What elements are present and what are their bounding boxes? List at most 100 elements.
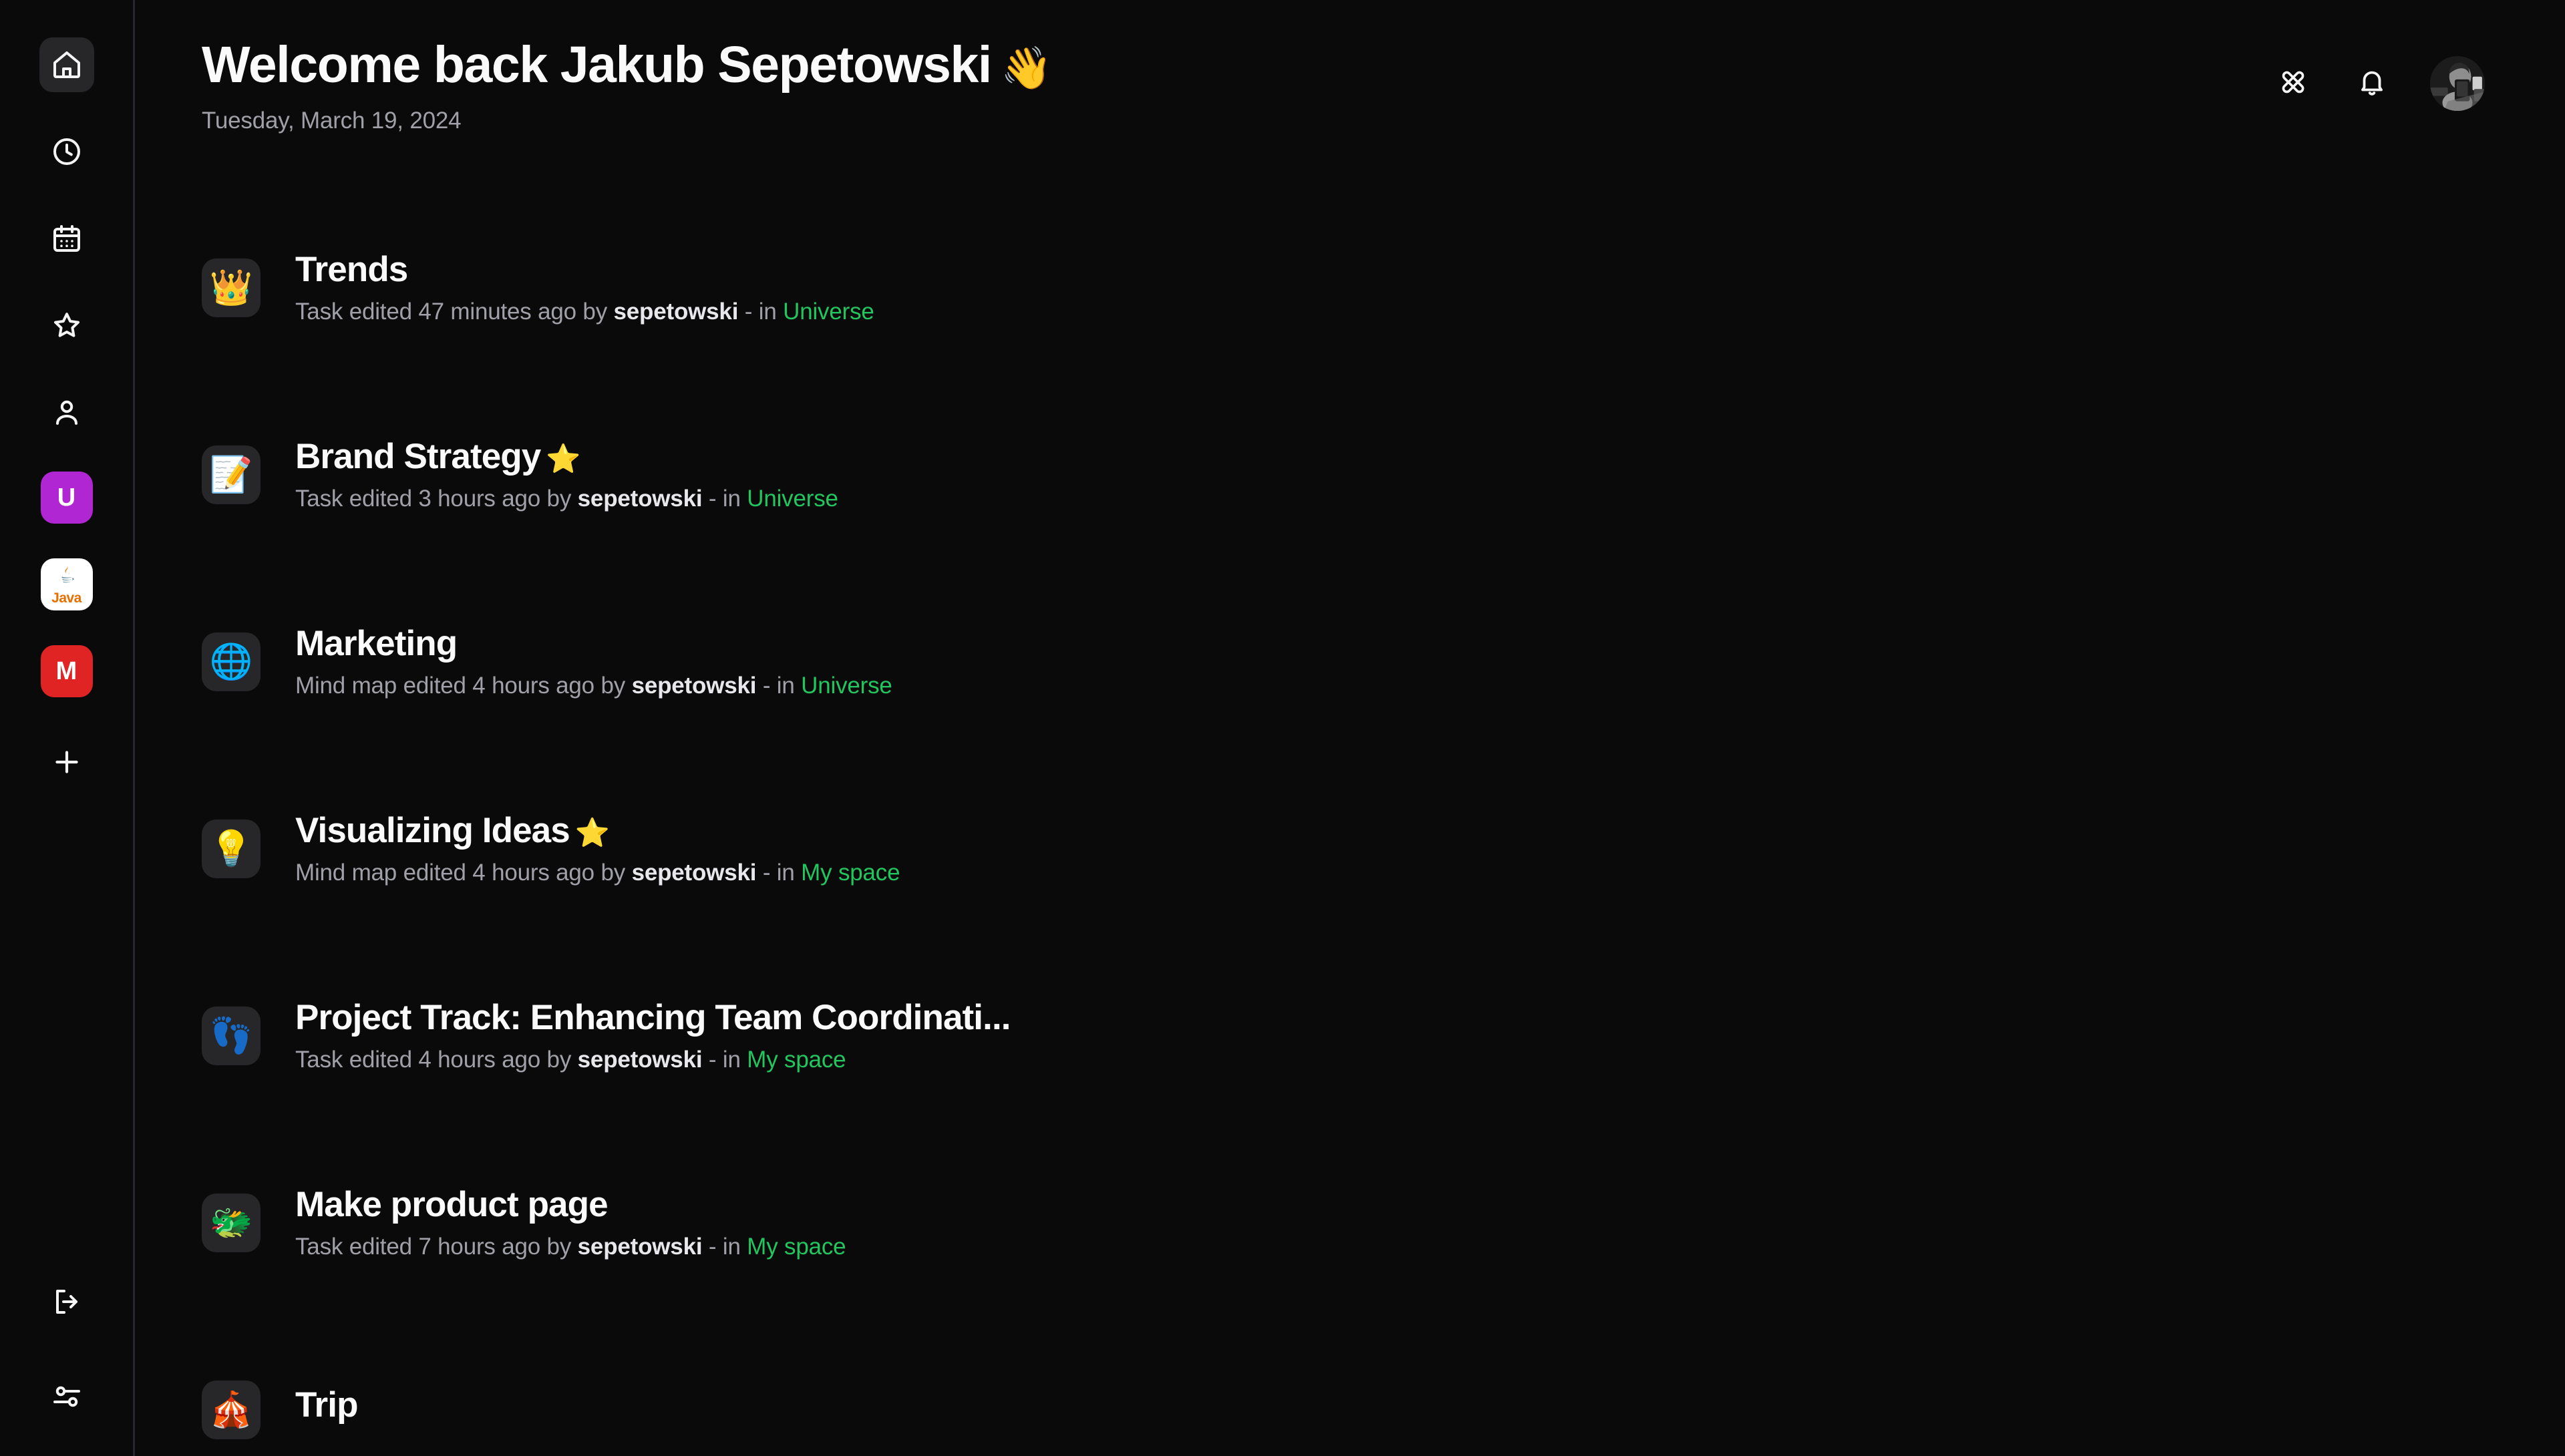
sidebar-nav-top: U Java M: [39, 37, 94, 823]
list-item-title: Make product page: [295, 1185, 846, 1224]
workspace-java[interactable]: Java: [40, 558, 93, 610]
list-item-meta: Mind map edited 4 hours ago by sepetowsk…: [295, 673, 892, 699]
notifications-button[interactable]: [2351, 63, 2393, 104]
circus-tent-emoji: 🎪: [202, 1381, 261, 1440]
meta-prefix: Task edited 3 hours ago by: [295, 486, 572, 512]
list-item[interactable]: 📝 Brand Strategy ⭐ Task edited 3 hours ag…: [202, 408, 2565, 542]
workspace-letter: Java: [51, 590, 81, 606]
meta-prefix: Task edited 47 minutes ago by: [295, 299, 607, 325]
main-content: Welcome back Jakub Sepetowski 👋 Tuesday, …: [135, 0, 2565, 1456]
page-title: Welcome back Jakub Sepetowski 👋: [202, 36, 1052, 94]
meta-mid: - in: [762, 673, 795, 699]
list-item-text: Trip: [295, 1385, 358, 1434]
title-text: Brand Strategy: [295, 437, 541, 476]
avatar[interactable]: [2430, 56, 2485, 111]
workspace-m[interactable]: M: [40, 645, 93, 697]
meta-space-link[interactable]: Universe: [783, 299, 874, 325]
sliders-icon: [51, 1381, 83, 1413]
meta-space-link[interactable]: Universe: [747, 486, 838, 512]
list-item-meta: Task edited 47 minutes ago by sepetowski…: [295, 299, 874, 325]
title-text: Trends: [295, 250, 408, 289]
sidebar-item-assigned[interactable]: [39, 385, 94, 439]
list-item[interactable]: 🎪 Trip: [202, 1343, 2565, 1456]
globe-emoji: 🌐: [202, 632, 261, 692]
crown-emoji: 👑: [202, 258, 261, 318]
workspace-letter: M: [55, 657, 77, 685]
meta-prefix: Mind map edited 4 hours ago by: [295, 673, 626, 699]
list-item-text: Project Track: Enhancing Team Coordinati…: [295, 998, 1011, 1073]
list-item-title: Trip: [295, 1385, 358, 1425]
add-workspace-button[interactable]: [39, 736, 94, 791]
meta-space-link[interactable]: My space: [747, 1234, 846, 1260]
list-item-title: Visualizing Ideas ⭐: [295, 811, 900, 850]
list-item-title: Marketing: [295, 624, 892, 663]
top-actions: [2272, 37, 2485, 111]
meta-prefix: Mind map edited 4 hours ago by: [295, 860, 626, 886]
meta-mid: - in: [708, 1234, 741, 1260]
meta-mid: - in: [744, 299, 777, 325]
clock-icon: [51, 136, 83, 168]
sidebar-item-settings[interactable]: [39, 1369, 94, 1424]
top-bar: Welcome back Jakub Sepetowski 👋 Tuesday, …: [135, 0, 2565, 134]
title-text: Visualizing Ideas: [295, 811, 570, 850]
user-icon: [51, 396, 83, 428]
shortcuts-button[interactable]: [2272, 63, 2314, 104]
meta-mid: - in: [708, 486, 741, 512]
current-date: Tuesday, March 19, 2024: [202, 108, 462, 134]
bell-icon: [2357, 67, 2387, 101]
list-item-meta: Task edited 7 hours ago by sepetowski - …: [295, 1234, 846, 1260]
list-item-title: Project Track: Enhancing Team Coordinati…: [295, 998, 1011, 1037]
list-item-text: Trends Task edited 47 minutes ago by sep…: [295, 250, 874, 325]
waving-hand-emoji: 👋: [1000, 45, 1052, 92]
title-text: Project Track: Enhancing Team Coordinati…: [295, 998, 1011, 1037]
title-text: Trip: [295, 1385, 358, 1425]
meta-space-link[interactable]: Universe: [801, 673, 892, 699]
dragon-face-emoji: 🐲: [202, 1194, 261, 1253]
light-bulb-emoji: 💡: [202, 820, 261, 879]
meta-author: sepetowski: [631, 673, 757, 699]
title-text: Make product page: [295, 1185, 609, 1224]
list-item-meta: Task edited 4 hours ago by sepetowski - …: [295, 1047, 1011, 1073]
star-emoji: ⭐: [546, 443, 580, 474]
greeting-block: Welcome back Jakub Sepetowski 👋 Tuesday, …: [202, 36, 1052, 134]
list-item[interactable]: 💡 Visualizing Ideas ⭐ Mind map edited 4 h…: [202, 782, 2565, 916]
meta-author: sepetowski: [613, 299, 739, 325]
meta-author: sepetowski: [577, 1047, 703, 1073]
list-item-text: Marketing Mind map edited 4 hours ago by…: [295, 624, 892, 699]
sidebar-item-starred[interactable]: [39, 298, 94, 353]
meta-author: sepetowski: [631, 860, 757, 886]
list-item-meta: Task edited 3 hours ago by sepetowski - …: [295, 486, 838, 512]
workspace-universe[interactable]: U: [40, 472, 93, 524]
star-emoji: ⭐: [574, 817, 610, 848]
meta-space-link[interactable]: My space: [747, 1047, 846, 1073]
home-icon: [51, 49, 83, 81]
meta-prefix: Task edited 4 hours ago by: [295, 1047, 572, 1073]
greeting-text: Welcome back Jakub Sepetowski: [202, 36, 992, 94]
list-item[interactable]: 🐲 Make product page Task edited 7 hours …: [202, 1156, 2565, 1290]
java-logo-icon: [61, 566, 74, 583]
footprints-emoji: 👣: [202, 1007, 261, 1066]
list-item[interactable]: 👑 Trends Task edited 47 minutes ago by s…: [202, 221, 2565, 355]
sidebar-item-calendar[interactable]: [39, 211, 94, 266]
sidebar: U Java M: [0, 0, 135, 1456]
meta-mid: - in: [708, 1047, 741, 1073]
list-item[interactable]: 🌐 Marketing Mind map edited 4 hours ago …: [202, 595, 2565, 729]
sidebar-item-home[interactable]: [39, 37, 94, 92]
list-item-text: Brand Strategy ⭐ Task edited 3 hours ago …: [295, 437, 838, 512]
sidebar-nav-bottom: [39, 1274, 94, 1424]
meta-author: sepetowski: [577, 486, 703, 512]
list-item[interactable]: 👣 Project Track: Enhancing Team Coordina…: [202, 969, 2565, 1103]
memo-emoji: 📝: [202, 445, 261, 505]
meta-space-link[interactable]: My space: [801, 860, 900, 886]
plus-icon: [50, 745, 83, 782]
sidebar-item-logout[interactable]: [39, 1274, 94, 1329]
list-item-meta: Mind map edited 4 hours ago by sepetowsk…: [295, 860, 900, 886]
sidebar-item-recent[interactable]: [39, 124, 94, 179]
meta-author: sepetowski: [577, 1234, 703, 1260]
list-item-title: Trends: [295, 250, 874, 289]
title-text: Marketing: [295, 624, 458, 663]
list-item-title: Brand Strategy ⭐: [295, 437, 838, 476]
recent-activity-list: 👑 Trends Task edited 47 minutes ago by s…: [135, 134, 2565, 1456]
logout-icon: [51, 1286, 83, 1318]
meta-prefix: Task edited 7 hours ago by: [295, 1234, 572, 1260]
